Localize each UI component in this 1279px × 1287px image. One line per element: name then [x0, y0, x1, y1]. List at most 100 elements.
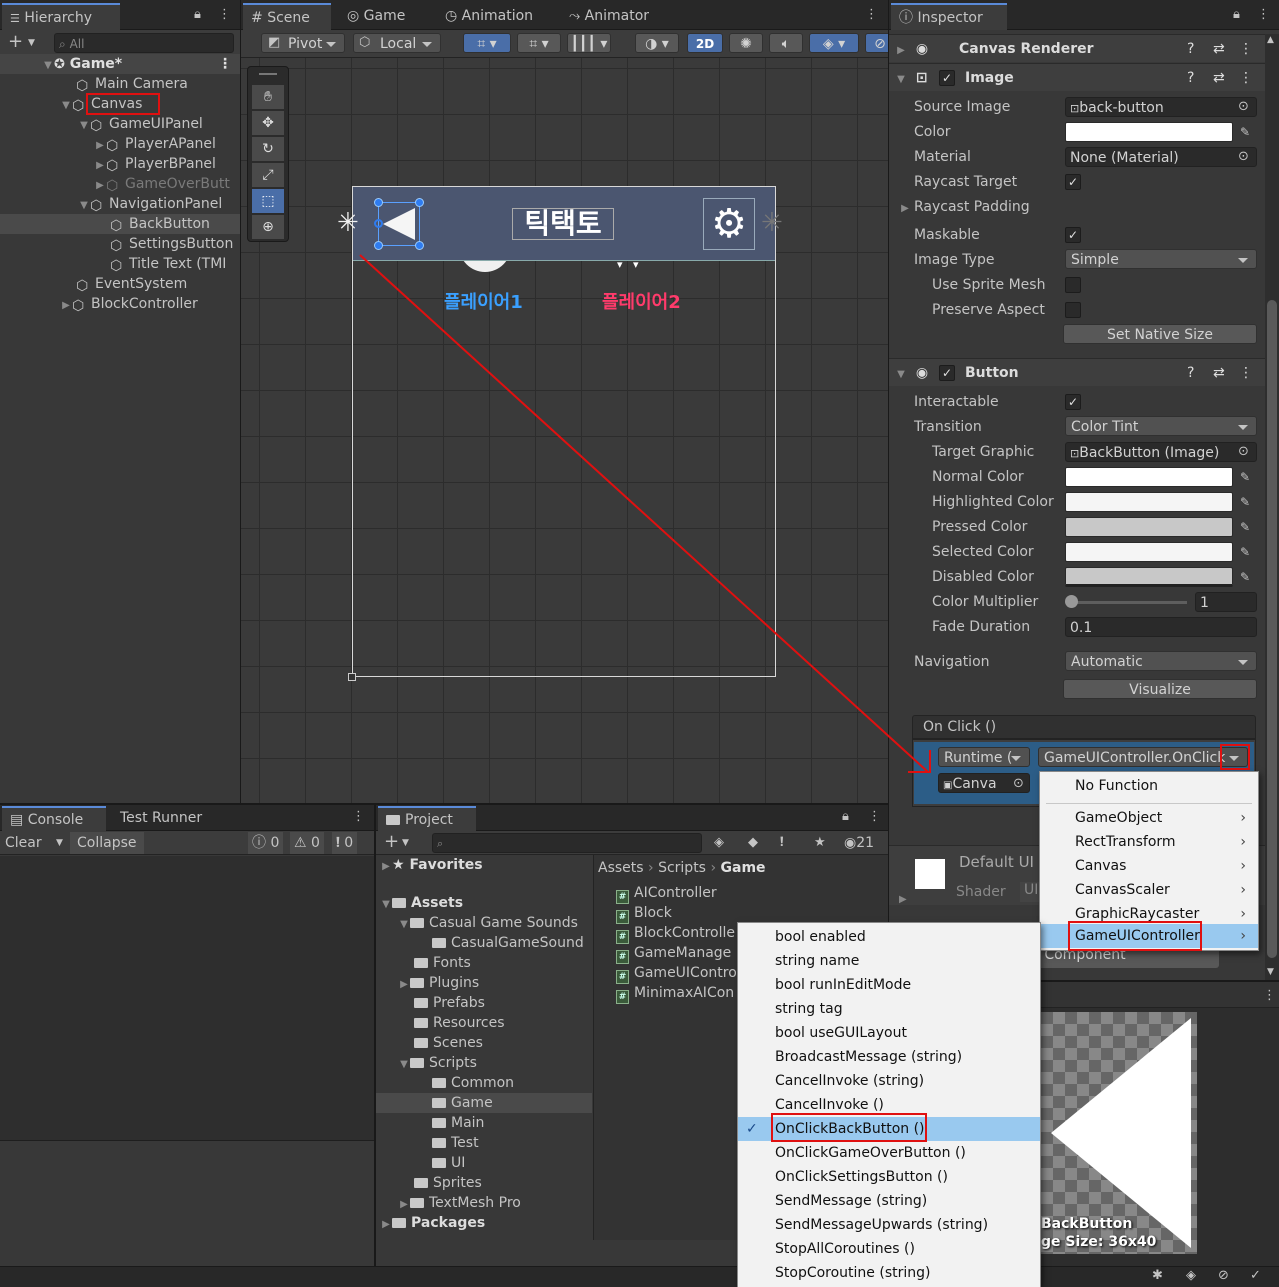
folder-item[interactable]: Common: [432, 1073, 514, 1093]
folder-item[interactable]: Main: [432, 1113, 484, 1133]
label-icon[interactable]: ◆: [748, 833, 758, 853]
help-icon[interactable]: ?: [1187, 359, 1194, 387]
favorites-item[interactable]: ▶ ★ Favorites: [380, 855, 482, 875]
anchor-icon[interactable]: ✳︎: [337, 208, 359, 238]
highlighted-color-swatch[interactable]: [1065, 492, 1233, 512]
file-item[interactable]: # Block: [616, 903, 672, 924]
folder-item[interactable]: Prefabs: [414, 993, 485, 1013]
collapsed-triangle-icon[interactable]: ▶: [94, 156, 106, 176]
tab-inspector[interactable]: ⓘ Inspector: [891, 3, 1007, 30]
breadcrumb-scripts[interactable]: Scripts: [658, 860, 706, 876]
error-count-toggle[interactable]: ❗︎ 0: [332, 832, 358, 854]
menu-item-function[interactable]: string name: [738, 949, 1040, 973]
preserve-aspect-checkbox[interactable]: [1065, 302, 1081, 318]
collapse-button[interactable]: Collapse: [70, 832, 144, 854]
chevron-down-icon[interactable]: ▼: [56, 833, 63, 853]
eyedropper-icon[interactable]: ✎: [1235, 492, 1255, 512]
color-multiplier-slider-thumb[interactable]: [1065, 595, 1078, 608]
file-item[interactable]: # AIController: [616, 883, 717, 904]
kebab-menu-icon[interactable]: ⋮: [1263, 986, 1276, 1006]
file-item[interactable]: # GameManage: [616, 943, 731, 964]
hierarchy-item-title-text[interactable]: ⬡ Title Text (TMI: [110, 254, 226, 274]
maskable-checkbox[interactable]: ✓: [1065, 227, 1081, 243]
menu-item-gameobject[interactable]: GameObject ›: [1040, 806, 1258, 830]
expand-triangle-icon[interactable]: ▼: [398, 915, 410, 935]
collapsed-triangle-icon[interactable]: ▶: [899, 890, 907, 910]
menu-item-canvasscaler[interactable]: CanvasScaler ›: [1040, 878, 1258, 902]
target-graphic-field[interactable]: ⊡BackButton (Image): [1065, 442, 1257, 462]
menu-item-function[interactable]: bool useGUILayout: [738, 1021, 1040, 1045]
eyedropper-icon[interactable]: ✎: [1235, 517, 1255, 537]
effects-button[interactable]: ◈ ▾: [809, 33, 859, 53]
hierarchy-item-eventsystem[interactable]: ⬡ EventSystem: [76, 274, 187, 294]
tab-test-runner[interactable]: Test Runner: [112, 806, 210, 831]
help-icon[interactable]: ?: [1187, 64, 1194, 92]
move-tool-icon[interactable]: ✥: [252, 111, 284, 135]
button-enabled-checkbox[interactable]: ✓: [939, 365, 955, 381]
folder-item[interactable]: ▶ Plugins: [398, 973, 479, 993]
kebab-menu-icon[interactable]: ⋮: [1239, 64, 1253, 92]
hierarchy-search-input[interactable]: ⌕ All: [54, 33, 234, 53]
image-enabled-checkbox[interactable]: ✓: [939, 70, 955, 86]
menu-item-function[interactable]: SendMessage (string): [738, 1189, 1040, 1213]
menu-item-recttransform[interactable]: RectTransform ›: [1040, 830, 1258, 854]
menu-item-function[interactable]: StopAllCoroutines (): [738, 1237, 1040, 1261]
hierarchy-item-playerbpanel[interactable]: ▶ ⬡ PlayerBPanel: [94, 154, 216, 174]
error-filter-icon[interactable]: ❗︎: [780, 833, 784, 853]
folder-item[interactable]: Scenes: [414, 1033, 483, 1053]
collapsed-triangle-icon[interactable]: ▶: [380, 1215, 392, 1235]
kebab-menu-icon[interactable]: ⋮: [218, 5, 231, 25]
hierarchy-item-gameoverbutton[interactable]: ▶ ⬡ GameOverButt: [94, 174, 230, 194]
kebab-menu-icon[interactable]: ⋮: [868, 807, 881, 827]
scale-tool-icon[interactable]: ⤢: [252, 163, 284, 187]
lock-icon[interactable]: 🔒︎: [194, 5, 201, 25]
expand-triangle-icon[interactable]: ▼: [78, 196, 90, 216]
resize-handle[interactable]: [374, 241, 383, 250]
canvas-corner-handle[interactable]: [348, 673, 356, 681]
settings-button-sprite[interactable]: ⚙︎: [703, 198, 755, 250]
tab-animation[interactable]: ◷ Animation: [437, 3, 541, 30]
checkmark-circle-icon[interactable]: ✓: [1250, 1266, 1261, 1286]
use-sprite-mesh-checkbox[interactable]: [1065, 277, 1081, 293]
folder-item[interactable]: Test: [432, 1133, 479, 1153]
kebab-menu-icon[interactable]: ⋮: [1239, 359, 1253, 387]
chevron-down-icon[interactable]: ▼: [28, 33, 35, 53]
collapsed-triangle-icon[interactable]: ▶: [899, 199, 911, 219]
menu-item-function[interactable]: OnClickSettingsButton (): [738, 1165, 1040, 1189]
kebab-menu-icon[interactable]: ⋮: [352, 807, 365, 827]
preset-icon[interactable]: ⇄: [1213, 359, 1225, 387]
menu-item-function[interactable]: bool runInEditMode: [738, 973, 1040, 997]
eyedropper-icon[interactable]: ✎: [1235, 542, 1255, 562]
expand-triangle-icon[interactable]: ▼: [60, 96, 72, 116]
console-log-area[interactable]: [0, 856, 374, 1141]
lighting-button[interactable]: ✺: [729, 33, 763, 53]
plus-icon[interactable]: +: [8, 32, 23, 52]
color-multiplier-slider-track[interactable]: [1069, 601, 1187, 604]
kebab-menu-icon[interactable]: ⋮: [1239, 35, 1253, 63]
project-search-input[interactable]: ⌕: [432, 833, 702, 853]
expand-triangle-icon[interactable]: ▼: [380, 895, 392, 915]
expand-triangle-icon[interactable]: ▼: [398, 1055, 410, 1075]
warning-count-toggle[interactable]: ⚠ 0: [290, 832, 324, 854]
set-native-size-button[interactable]: Set Native Size: [1063, 324, 1257, 344]
grid-snap-button[interactable]: ⌗ ▾: [463, 33, 511, 53]
gizmos-button[interactable]: ⊘: [865, 33, 888, 53]
scene-row[interactable]: ▼ ✪ Game* ⋮: [0, 54, 240, 74]
breadcrumb-game[interactable]: Game: [721, 860, 766, 876]
eyedropper-icon[interactable]: ✎: [1235, 467, 1255, 487]
folder-item[interactable]: ▼ Casual Game Sounds: [398, 913, 578, 933]
packages-item[interactable]: ▶ Packages: [380, 1213, 485, 1233]
color-swatch[interactable]: [1065, 122, 1233, 142]
search-by-type-icon[interactable]: ◈: [714, 833, 724, 853]
button-header[interactable]: ▼ ◉ ✓ Button ? ⇄ ⋮: [889, 358, 1265, 386]
mode-2d-button[interactable]: 2D: [687, 33, 723, 53]
rect-tool-icon[interactable]: ⬚: [252, 189, 284, 213]
lock-icon[interactable]: 🔒︎: [842, 807, 849, 827]
chevron-down-icon[interactable]: ▼: [402, 833, 409, 853]
hierarchy-item-settingsbutton[interactable]: ⬡ SettingsButton: [110, 234, 233, 254]
raycast-padding-label[interactable]: ▶ Raycast Padding: [899, 197, 1029, 219]
clear-button[interactable]: Clear: [5, 833, 42, 853]
shading-mode-button[interactable]: ◑ ▾: [635, 33, 679, 53]
folder-item[interactable]: Fonts: [414, 953, 471, 973]
kebab-menu-icon[interactable]: ⋮: [865, 5, 878, 25]
